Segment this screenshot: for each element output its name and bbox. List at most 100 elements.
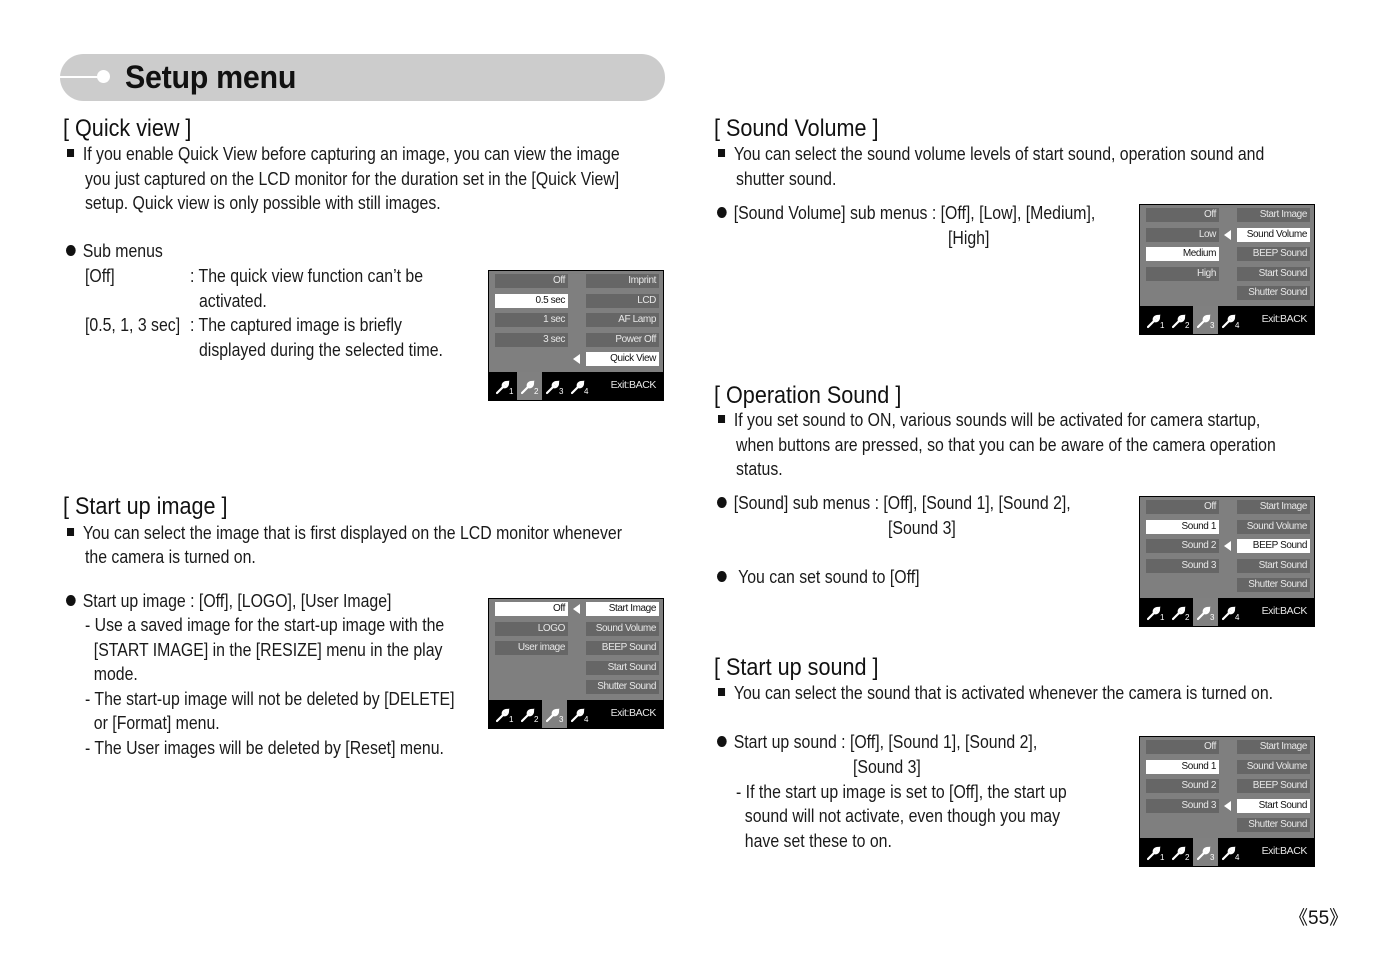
start-up-sound-desc-1: You can select the sound that is activat… [718,681,1273,706]
sub-item-desc-off-2: activated. [199,291,267,311]
wrench-icon: 3 [1193,306,1218,334]
svg-text:3: 3 [1210,853,1215,861]
svg-text:2: 2 [534,715,539,723]
lcd-menu-item: Start Image [586,602,659,616]
svg-text:1: 1 [1160,613,1165,621]
start-up-sound-note-3: have set these to on. [736,831,892,851]
start-up-image-note-5: or [Format] menu. [85,713,220,733]
sound-volume-bullet-cont: [High] [948,228,990,248]
lcd-menu-item: Sound Volume [1237,760,1310,774]
lcd-option-item: Sound 1 [1146,760,1219,774]
lcd-option-item: User image [495,641,568,655]
start-up-image-desc-2: the camera is turned on. [85,547,256,567]
lcd-menu-item: BEEP Sound [586,641,659,655]
wrench-icon: 2 [517,372,542,400]
square-bullet-icon [718,149,726,158]
wrench-icon: 1 [492,372,517,400]
lcd-option-item: Off [1146,740,1219,754]
svg-text:2: 2 [1185,321,1190,329]
lcd-exit-label: Exit:BACK [610,379,657,391]
sub-item-key-sec: [0.5, 1, 3 sec] [85,315,181,335]
page-number: 《55》 [1289,908,1349,929]
wrench-icon: 3 [542,372,567,400]
banner-dot-icon [97,70,110,83]
operation-sound-bullet: [Sound] sub menus : [Off], [Sound 1], [S… [717,491,1071,516]
wrench-icon: 1 [1143,306,1168,334]
lcd-menu-item: Start Sound [1237,267,1310,281]
svg-text:3: 3 [1210,613,1215,621]
lcd-menu-item: Shutter Sound [586,680,659,694]
lcd-start-up-image: Off LOGO User image Start Image Sound Volume… [488,598,664,729]
svg-text:4: 4 [1235,613,1240,621]
round-bullet-icon [717,206,727,218]
lcd-option-item: Off [1146,500,1219,514]
wrench-icon: 1 [1143,838,1168,866]
lcd-option-item: Off [495,602,568,616]
wrench-icon: 4 [1218,306,1243,334]
wrench-icon: 3 [1193,598,1218,626]
lcd-tab-bar: 1 2 3 4 Exit:BACK [489,372,663,400]
lcd-exit-label: Exit:BACK [1261,605,1308,617]
sub-item-desc-off-1: : The quick view function can’t be [190,266,424,286]
section-title-operation-sound: [ Operation Sound ] [714,382,902,409]
wrench-icon: 4 [567,700,592,728]
square-bullet-icon [718,688,726,697]
lcd-menu-item: BEEP Sound [1237,779,1310,793]
round-bullet-icon [66,594,76,606]
lcd-option-item: LOGO [495,622,568,636]
lcd-menu-item: Quick View [586,352,659,366]
lcd-menu-item: Start Sound [1237,559,1310,573]
lcd-tab-bar: 1 2 3 4 Exit:BACK [1140,838,1314,866]
lcd-menu-item: Imprint [586,274,659,288]
lcd-menu-item: Sound Volume [586,622,659,636]
lcd-exit-label: Exit:BACK [1261,845,1308,857]
wrench-icon: 3 [1193,838,1218,866]
selection-arrow-icon [1224,230,1231,240]
lcd-quick-view: Off 0.5 sec 1 sec 3 sec Imprint LCD AF Lamp Pow… [488,270,664,401]
round-bullet-icon [66,244,76,256]
section-title-start-up-sound: [ Start up sound ] [714,654,879,681]
selection-arrow-icon [573,604,580,614]
wrench-icon: 3 [542,700,567,728]
lcd-option-item: Sound 3 [1146,799,1219,813]
svg-text:1: 1 [1160,853,1165,861]
lcd-option-item: 0.5 sec [495,294,568,308]
svg-text:2: 2 [1185,853,1190,861]
start-up-image-note-6: - The User images will be deleted by [Re… [85,738,444,758]
start-up-image-note-3: mode. [85,664,138,684]
round-bullet-icon [717,570,727,582]
quick-view-desc-1: If you enable Quick View before capturin… [67,142,620,167]
banner-line [60,76,102,78]
lcd-menu-item: Start Sound [586,661,659,675]
quick-view-sub-heading: Sub menus [66,239,163,264]
square-bullet-icon [67,149,75,158]
svg-text:2: 2 [534,387,539,395]
lcd-menu-item: Sound Volume [1237,520,1310,534]
start-up-sound-note-1: - If the start up image is set to [Off],… [736,782,1067,802]
start-up-image-note-2: [START IMAGE] in the [RESIZE] menu in th… [85,640,443,660]
svg-text:1: 1 [509,715,514,723]
start-up-image-bullet: Start up image : [Off], [LOGO], [User Im… [66,589,391,614]
lcd-sound-volume: Off Low Medium High Start Image Sound Volume B… [1139,204,1315,335]
svg-text:4: 4 [1235,853,1240,861]
sound-volume-desc-2: shutter sound. [736,169,837,189]
selection-arrow-icon [1224,801,1231,811]
svg-text:3: 3 [559,715,564,723]
lcd-option-item: Off [495,274,568,288]
start-up-sound-bullet: Start up sound : [Off], [Sound 1], [Soun… [717,730,1037,755]
section-title-sound-volume: [ Sound Volume ] [714,115,879,142]
wrench-icon: 4 [1218,598,1243,626]
lcd-menu-item: AF Lamp [586,313,659,327]
wrench-icon: 2 [517,700,542,728]
lcd-option-item: Sound 2 [1146,539,1219,553]
wrench-icon: 1 [492,700,517,728]
start-up-sound-note-2: sound will not activate, even though you… [736,806,1061,826]
lcd-menu-item: Start Image [1237,208,1310,222]
sub-item-desc-sec-1: : The captured image is briefly [190,315,402,335]
lcd-exit-label: Exit:BACK [610,707,657,719]
operation-sound-bullet-cont: [Sound 3] [888,518,956,538]
selection-arrow-icon [573,354,580,364]
lcd-menu-item: Shutter Sound [1237,818,1310,832]
page-title: Setup menu [125,59,297,95]
start-up-image-note-4: - The start-up image will not be deleted… [85,689,455,709]
